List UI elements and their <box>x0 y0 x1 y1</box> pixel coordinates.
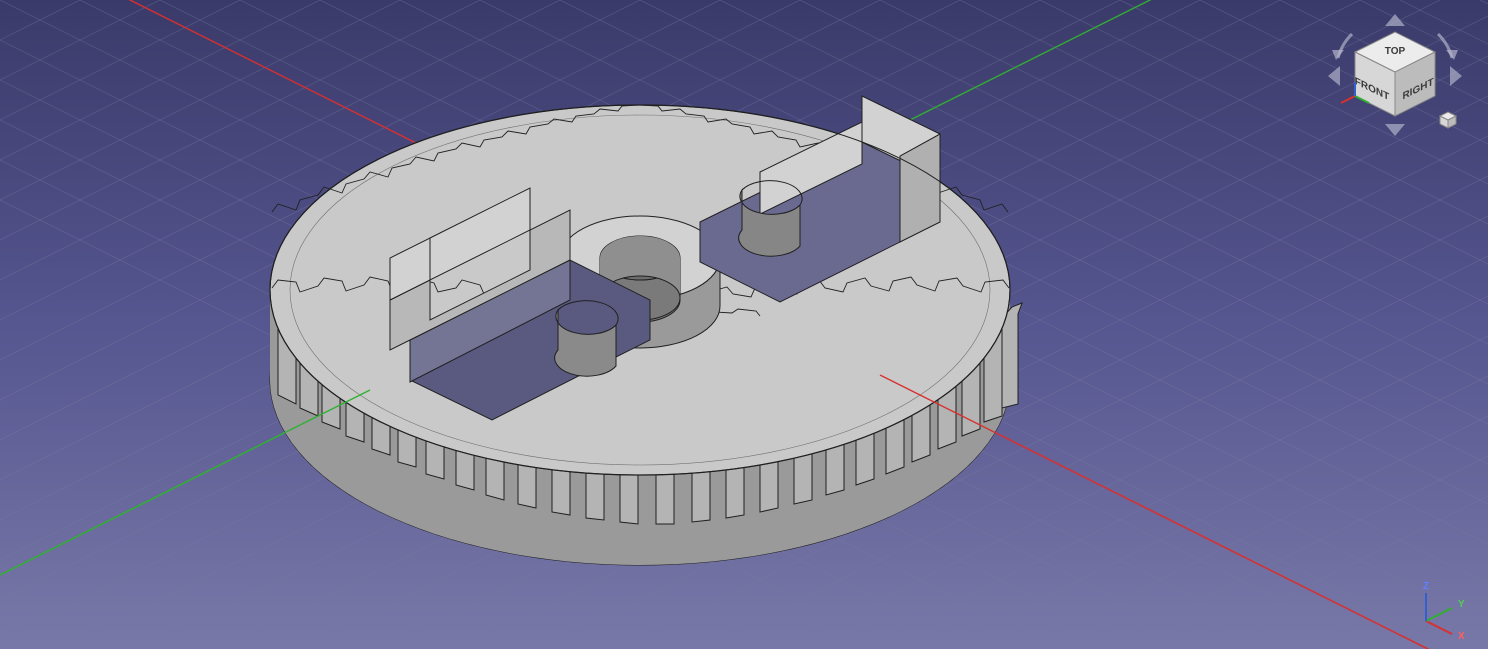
nav-cube-reset-icon[interactable] <box>1440 112 1456 128</box>
nav-arrow-right-icon[interactable] <box>1450 66 1462 86</box>
axis-z-label: Z <box>1423 581 1429 592</box>
nav-arrow-up-icon[interactable] <box>1385 14 1405 26</box>
axis-x-label: X <box>1458 631 1465 639</box>
nav-rotate-cw-head-icon[interactable] <box>1446 50 1458 60</box>
axis-triad: X Y Z <box>1404 579 1474 639</box>
gear-model[interactable] <box>270 96 1022 565</box>
nav-arrow-down-icon[interactable] <box>1385 124 1405 136</box>
navigation-cube[interactable]: TOP FRONT RIGHT <box>1320 12 1470 142</box>
nav-rotate-ccw-head-icon[interactable] <box>1332 50 1344 60</box>
3d-viewport[interactable] <box>0 0 1488 649</box>
axis-y-label: Y <box>1458 599 1465 610</box>
nav-arrow-left-icon[interactable] <box>1328 66 1340 86</box>
nav-cube-body[interactable]: TOP FRONT RIGHT <box>1355 32 1435 116</box>
